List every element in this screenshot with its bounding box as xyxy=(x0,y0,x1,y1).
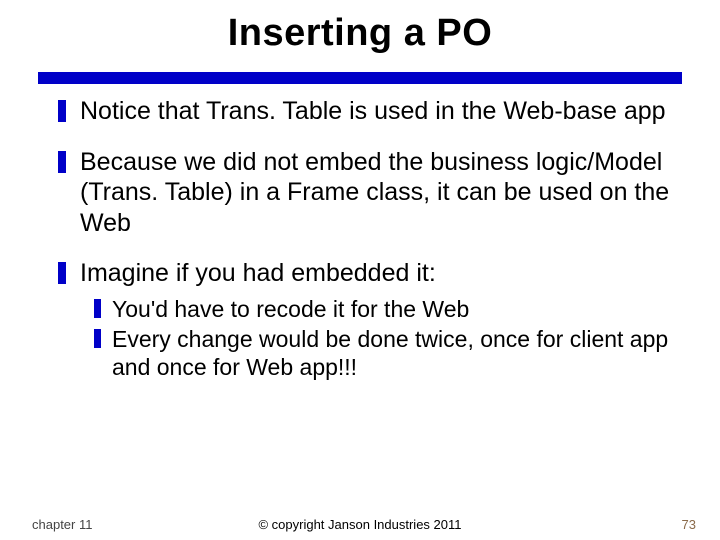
slide: Inserting a PO Notice that Trans. Table … xyxy=(0,0,720,540)
bullet-text: Imagine if you had embedded it: xyxy=(80,259,436,287)
bullet-text: Because we did not embed the business lo… xyxy=(80,148,669,237)
list-item: Imagine if you had embedded it: You'd ha… xyxy=(58,258,680,381)
bullet-text: Notice that Trans. Table is used in the … xyxy=(80,97,666,125)
chapter-label: chapter 11 xyxy=(32,517,92,532)
title-underline xyxy=(38,72,682,84)
title-wrap: Inserting a PO xyxy=(0,0,720,55)
content-area: Notice that Trans. Table is used in the … xyxy=(58,96,680,401)
page-number: 73 xyxy=(682,517,696,532)
bullet-icon xyxy=(94,299,101,318)
sub-bullet-text: You'd have to recode it for the Web xyxy=(112,296,469,322)
sub-bullet-text: Every change would be done twice, once f… xyxy=(112,326,668,380)
bullet-icon xyxy=(58,151,66,173)
footer: chapter 11 © copyright Janson Industries… xyxy=(0,517,720,532)
list-item: You'd have to recode it for the Web xyxy=(94,295,680,323)
bullet-icon xyxy=(94,329,101,348)
bullet-icon xyxy=(58,262,66,284)
bullet-icon xyxy=(58,100,66,122)
list-item: Because we did not embed the business lo… xyxy=(58,147,680,239)
slide-title: Inserting a PO xyxy=(228,12,493,55)
bullet-list: Notice that Trans. Table is used in the … xyxy=(58,96,680,381)
sub-bullet-list: You'd have to recode it for the Web Ever… xyxy=(94,295,680,381)
copyright-label: © copyright Janson Industries 2011 xyxy=(0,517,720,532)
list-item: Every change would be done twice, once f… xyxy=(94,325,680,381)
list-item: Notice that Trans. Table is used in the … xyxy=(58,96,680,127)
